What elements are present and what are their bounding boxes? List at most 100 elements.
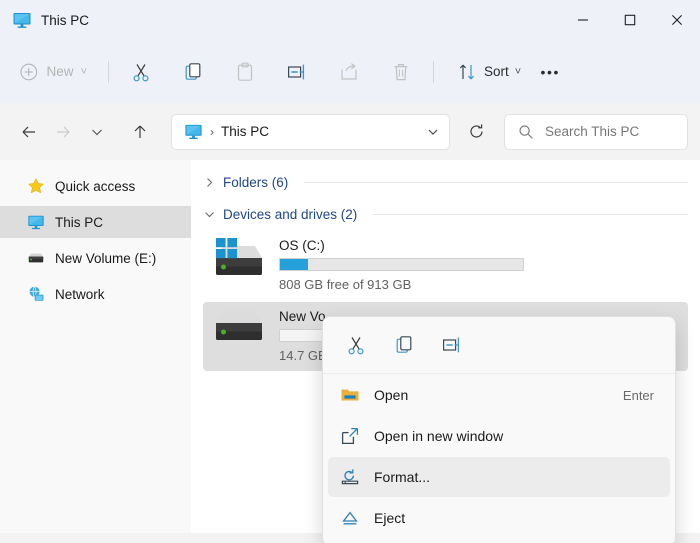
drive-usage-bar-fill <box>280 259 308 270</box>
context-menu-item-accel: Enter <box>622 387 654 403</box>
sidebar-item-new-volume[interactable]: New Volume (E:) <box>0 242 191 274</box>
more-options-button[interactable]: ••• <box>531 55 569 89</box>
chevron-right-icon <box>203 176 216 189</box>
windows-drive-icon <box>216 238 262 275</box>
context-menu-item-format[interactable]: Format... <box>328 457 670 497</box>
breadcrumb-label[interactable]: This PC <box>221 124 269 139</box>
cut-button[interactable] <box>121 55 161 89</box>
toolbar-actions <box>121 55 421 89</box>
star-icon <box>27 178 45 194</box>
context-menu-item-open[interactable]: Open Enter <box>328 375 670 415</box>
back-button[interactable] <box>12 115 46 149</box>
addressbar: › This PC Search This PC <box>0 103 700 160</box>
paste-button[interactable] <box>225 55 265 89</box>
plus-circle-icon <box>20 63 38 80</box>
recent-locations-button[interactable] <box>80 115 114 149</box>
maximize-button[interactable] <box>606 0 653 40</box>
drive-icon-wrap <box>210 238 268 285</box>
scissors-icon <box>133 63 149 81</box>
drive-usage-text: 808 GB free of 913 GB <box>279 277 412 292</box>
context-menu-item-label: Format... <box>374 469 431 485</box>
monitor-icon <box>28 215 44 230</box>
context-menu-item-eject[interactable]: Eject <box>328 498 670 538</box>
copy-button[interactable] <box>173 55 213 89</box>
sort-arrows-icon <box>459 64 475 79</box>
context-menu-item-label: Open <box>374 387 409 403</box>
sidebar-item-label: This PC <box>55 214 104 230</box>
drive-name: OS (C:) <box>279 238 325 253</box>
refresh-icon <box>469 124 483 138</box>
search-input[interactable]: Search This PC <box>545 124 639 139</box>
forward-button[interactable] <box>46 115 80 149</box>
drive-usage-bar <box>279 258 524 271</box>
toolbar: New ˅ Sort ˅ ••• <box>0 40 700 103</box>
drive-icon <box>216 311 262 340</box>
breadcrumb[interactable]: › This PC <box>171 113 450 150</box>
context-menu-toolbar <box>323 317 675 374</box>
sidebar-item-label: Network <box>55 286 105 302</box>
toolbar-divider-1 <box>108 60 109 83</box>
delete-button[interactable] <box>381 55 421 89</box>
sort-button[interactable]: Sort ˅ <box>446 55 531 89</box>
ellipsis-icon: ••• <box>540 63 560 80</box>
drive-icon-wrap <box>210 309 268 349</box>
trash-icon <box>394 63 408 80</box>
scissors-icon <box>348 337 364 355</box>
this-pc-monitor-icon <box>13 13 31 28</box>
chevron-down-icon <box>203 208 216 221</box>
chevron-down-icon: ˅ <box>514 65 522 78</box>
share-icon <box>341 62 357 80</box>
search-box[interactable]: Search This PC <box>504 113 688 150</box>
context-menu-item-label: Eject <box>374 510 406 526</box>
network-globe-icon <box>29 286 44 301</box>
new-button[interactable]: New ˅ <box>12 55 96 89</box>
context-cut-button[interactable] <box>335 326 377 364</box>
sidebar-item-label: Quick access <box>55 178 136 194</box>
file-explorer-window: This PC New ˅ Sort ˅ ••• › This PC Searc… <box>0 0 700 543</box>
sidebar-item-label: New Volume (E:) <box>55 250 157 266</box>
breadcrumb-dropdown-button[interactable] <box>417 115 449 149</box>
context-menu-item-open-in-new-window[interactable]: Open in new window <box>328 416 670 456</box>
copy-icon <box>185 62 201 80</box>
group-rule <box>304 182 688 183</box>
arrow-up-icon <box>134 125 146 138</box>
share-button[interactable] <box>329 55 369 89</box>
drive-info: OS (C:) 808 GB free of 913 GB <box>279 238 524 292</box>
refresh-button[interactable] <box>460 115 492 149</box>
breadcrumb-separator: › <box>210 124 214 139</box>
sidebar-item-network[interactable]: Network <box>0 278 191 310</box>
context-copy-button[interactable] <box>383 326 425 364</box>
sidebar: Quick access This PC New Volume (E:) Net… <box>0 160 191 533</box>
up-button[interactable] <box>123 115 157 149</box>
format-disk-icon <box>341 469 359 485</box>
group-rule <box>373 214 688 215</box>
minimize-button[interactable] <box>559 0 606 40</box>
sidebar-item-quick-access[interactable]: Quick access <box>0 170 191 202</box>
new-button-label: New <box>46 64 74 79</box>
toolbar-divider-2 <box>433 60 434 83</box>
group-header-label: Devices and drives (2) <box>223 207 358 222</box>
arrow-right-icon <box>57 126 70 137</box>
paste-icon <box>237 62 253 81</box>
open-new-window-icon <box>341 427 359 445</box>
drive-item-os-c[interactable]: OS (C:) 808 GB free of 913 GB <box>203 231 688 300</box>
window-title: This PC <box>41 12 90 28</box>
group-header-folders[interactable]: Folders (6) <box>203 170 700 195</box>
arrow-left-icon <box>22 126 35 137</box>
group-header-label: Folders (6) <box>223 175 289 190</box>
context-menu-item-label: Open in new window <box>374 428 504 444</box>
this-pc-monitor-icon <box>185 124 202 140</box>
eject-icon <box>342 511 358 525</box>
chevron-down-icon: ˅ <box>80 65 87 78</box>
sort-button-label: Sort <box>484 64 509 79</box>
close-button[interactable] <box>653 0 700 40</box>
rename-icon <box>442 337 460 353</box>
drive-icon <box>28 253 44 263</box>
search-icon <box>519 124 533 139</box>
rename-button[interactable] <box>277 55 317 89</box>
rename-icon <box>287 64 305 79</box>
sidebar-item-this-pc[interactable]: This PC <box>0 206 191 238</box>
group-header-devices[interactable]: Devices and drives (2) <box>203 202 700 227</box>
context-rename-button[interactable] <box>431 326 473 364</box>
context-menu: Open Enter Open in new window Format... <box>322 316 676 543</box>
